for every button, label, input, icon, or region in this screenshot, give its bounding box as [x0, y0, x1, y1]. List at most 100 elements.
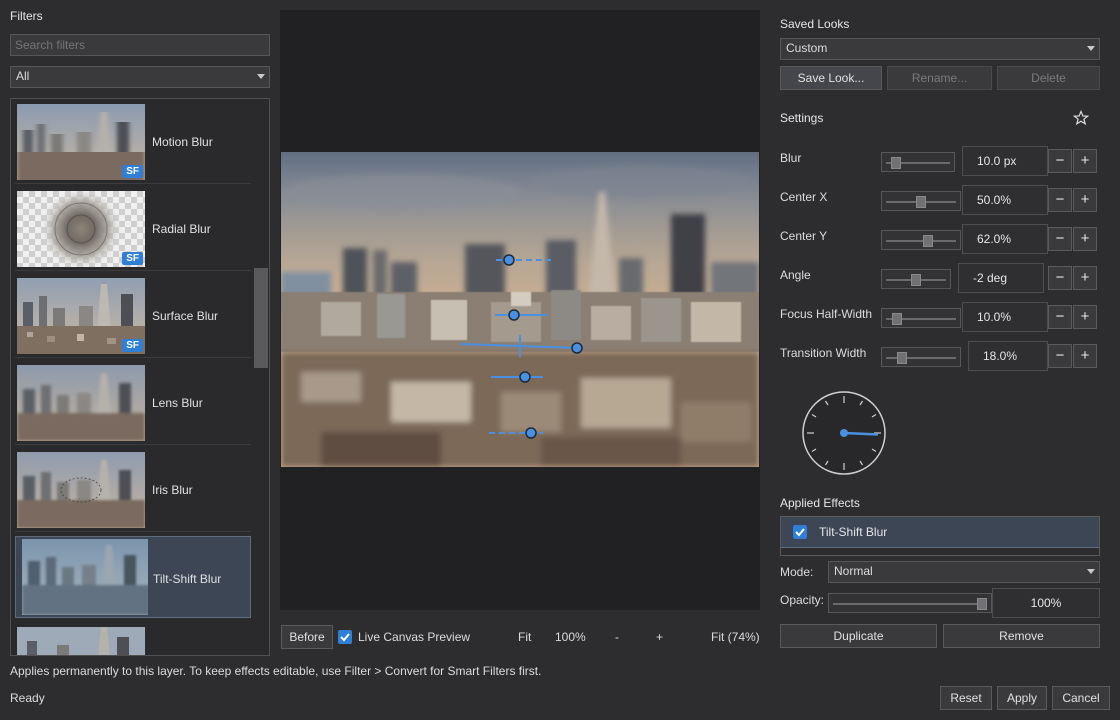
- surface-blur-thumbnail: SF: [17, 278, 145, 354]
- zoom-fit-button[interactable]: Fit: [518, 630, 531, 644]
- center-y-label: Center Y: [780, 229, 828, 243]
- live-preview-checkbox[interactable]: [338, 630, 352, 644]
- remove-effect-button[interactable]: Remove: [943, 624, 1100, 648]
- focus-half-width-label: Focus Half-Width: [780, 307, 873, 321]
- checkmark-icon: [340, 633, 350, 642]
- slider-handle[interactable]: [910, 274, 921, 286]
- filter-list-scrollbar-thumb[interactable]: [254, 268, 268, 368]
- center-x-increment-button[interactable]: +: [1073, 188, 1097, 212]
- center-y-slider[interactable]: [881, 230, 961, 250]
- filter-item-radial-blur[interactable]: SF Radial Blur: [15, 187, 251, 271]
- applied-effect-tilt-shift[interactable]: Tilt-Shift Blur: [781, 517, 1099, 548]
- chevron-down-icon: [257, 74, 265, 79]
- category-select[interactable]: All: [10, 66, 270, 88]
- slider-track: [886, 240, 956, 242]
- smart-filter-badge: SF: [122, 339, 143, 352]
- blend-mode-select[interactable]: Normal: [828, 561, 1100, 583]
- apply-button[interactable]: Apply: [997, 686, 1047, 710]
- radial-blur-thumbnail: SF: [17, 191, 145, 267]
- slider-handle[interactable]: [896, 352, 907, 364]
- slider-handle[interactable]: [891, 157, 902, 169]
- tilt-shift-blur-thumbnail: [22, 539, 148, 615]
- center-x-decrement-button[interactable]: −: [1048, 188, 1072, 212]
- chevron-down-icon: [1087, 46, 1095, 51]
- focus-half-width-value[interactable]: 10.0%: [962, 302, 1048, 332]
- status-text: Ready: [10, 691, 45, 705]
- angle-slider[interactable]: [881, 269, 951, 289]
- opacity-slider-track: [833, 603, 987, 605]
- transition-width-value[interactable]: 18.0%: [968, 341, 1048, 371]
- settings-title: Settings: [780, 111, 824, 125]
- focus-half-width-decrement-button[interactable]: −: [1048, 305, 1072, 329]
- search-filters-input[interactable]: [10, 34, 270, 56]
- opacity-slider-handle[interactable]: [977, 598, 987, 610]
- filter-list: SF Motion Blur SF Radial Blur SF Surface…: [10, 98, 270, 656]
- zoom-out-button[interactable]: -: [615, 630, 619, 644]
- slider-handle[interactable]: [892, 313, 902, 325]
- angle-label: Angle: [780, 268, 811, 282]
- blur-slider[interactable]: [881, 152, 955, 172]
- filter-item-surface-blur[interactable]: SF Surface Blur: [15, 274, 251, 358]
- saved-looks-value: Custom: [786, 41, 828, 55]
- category-value: All: [16, 69, 30, 83]
- blur-increment-button[interactable]: +: [1073, 149, 1097, 173]
- slider-handle[interactable]: [923, 235, 934, 247]
- opacity-label: Opacity:: [780, 593, 825, 607]
- angle-decrement-button[interactable]: −: [1048, 266, 1072, 290]
- zoom-level-readout: Fit (74%): [711, 630, 760, 644]
- angle-increment-button[interactable]: +: [1073, 266, 1097, 290]
- duplicate-effect-button[interactable]: Duplicate: [780, 624, 937, 648]
- transition-width-slider[interactable]: [881, 347, 961, 367]
- filter-item-tilt-shift-blur[interactable]: Tilt-Shift Blur: [15, 536, 251, 618]
- rename-look-button[interactable]: Rename...: [887, 66, 992, 90]
- zoom-in-button[interactable]: +: [656, 630, 663, 644]
- blend-mode-value: Normal: [834, 564, 873, 578]
- center-x-slider[interactable]: [881, 191, 961, 211]
- saved-looks-title: Saved Looks: [780, 17, 850, 31]
- filters-title: Filters: [10, 9, 43, 23]
- filter-item-motion-blur[interactable]: SF Motion Blur: [15, 100, 251, 184]
- filter-item-label: Surface Blur: [152, 309, 219, 323]
- applied-effects-list: Tilt-Shift Blur: [780, 516, 1100, 556]
- transition-width-decrement-button[interactable]: −: [1048, 344, 1072, 368]
- filter-list-scrollbar[interactable]: [253, 99, 269, 655]
- cancel-button[interactable]: Cancel: [1052, 686, 1110, 710]
- opacity-value[interactable]: 100%: [992, 588, 1100, 618]
- blur-label: Blur: [780, 151, 802, 165]
- reset-button[interactable]: Reset: [940, 686, 992, 710]
- star-icon[interactable]: [1073, 110, 1089, 126]
- checkmark-icon: [795, 528, 805, 537]
- center-x-value[interactable]: 50.0%: [962, 185, 1048, 215]
- mode-label: Mode:: [780, 565, 814, 579]
- opacity-slider[interactable]: [828, 593, 992, 613]
- applied-effects-title: Applied Effects: [780, 496, 860, 510]
- delete-look-button[interactable]: Delete: [997, 66, 1100, 90]
- filter-item-label: Lens Blur: [152, 396, 203, 410]
- footer-hint: Applies permanently to this layer. To ke…: [10, 664, 542, 678]
- center-y-value[interactable]: 62.0%: [962, 224, 1048, 254]
- effect-enabled-checkbox[interactable]: [793, 525, 807, 539]
- saved-looks-select[interactable]: Custom: [780, 38, 1100, 60]
- motion-blur-thumbnail: SF: [17, 104, 145, 180]
- filter-item-lens-blur[interactable]: Lens Blur: [15, 361, 251, 445]
- save-look-button[interactable]: Save Look...: [780, 66, 882, 90]
- zoom-100-button[interactable]: 100%: [555, 630, 586, 644]
- blur-value[interactable]: 10.0 px: [962, 146, 1048, 176]
- preview-image[interactable]: [281, 152, 759, 467]
- effect-name: Tilt-Shift Blur: [819, 525, 888, 539]
- transition-width-increment-button[interactable]: +: [1073, 344, 1097, 368]
- center-y-decrement-button[interactable]: −: [1048, 227, 1072, 251]
- slider-handle[interactable]: [916, 196, 926, 208]
- iris-blur-thumbnail: [17, 452, 145, 528]
- angle-value[interactable]: -2 deg: [958, 263, 1044, 293]
- before-button[interactable]: Before: [281, 625, 333, 649]
- focus-half-width-slider[interactable]: [881, 308, 961, 328]
- center-y-increment-button[interactable]: +: [1073, 227, 1097, 251]
- angle-dial[interactable]: [800, 390, 888, 478]
- filter-item-label: Tilt-Shift Blur: [153, 572, 222, 586]
- blur-decrement-button[interactable]: −: [1048, 149, 1072, 173]
- filter-item-iris-blur[interactable]: Iris Blur: [15, 448, 251, 532]
- focus-half-width-increment-button[interactable]: +: [1073, 305, 1097, 329]
- filter-item-label: Iris Blur: [152, 483, 193, 497]
- filter-item-next[interactable]: [15, 623, 251, 655]
